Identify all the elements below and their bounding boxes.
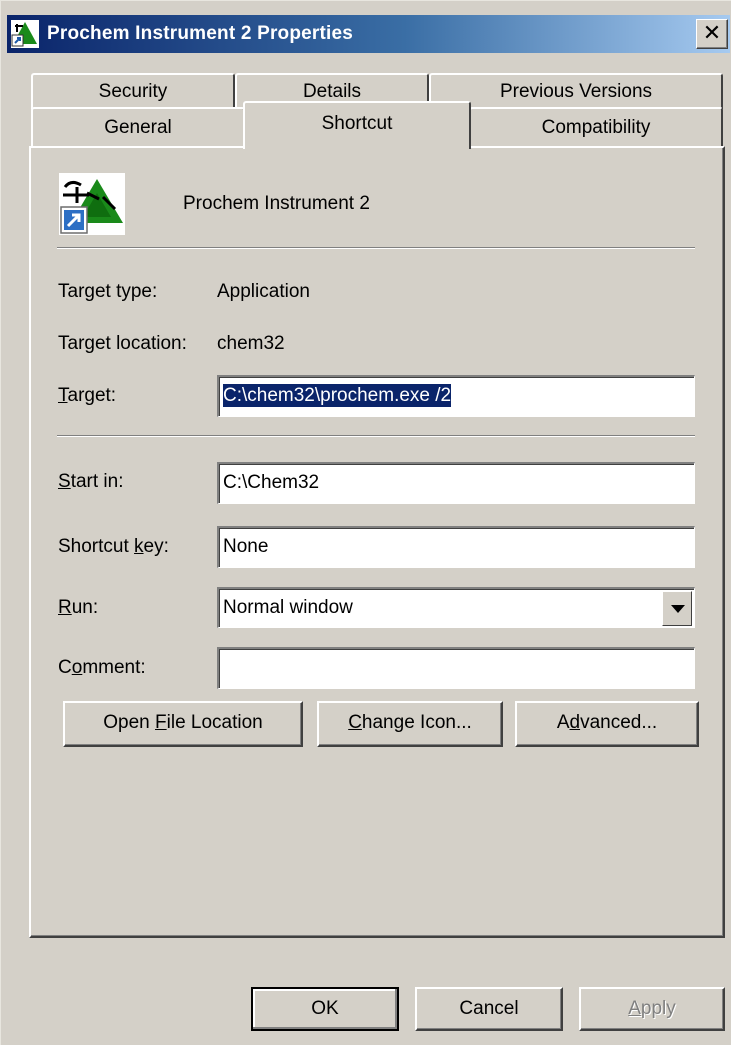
open-file-location-rest: ile Location <box>166 712 263 733</box>
close-button[interactable]: ✕ <box>696 19 728 49</box>
tab-details-label: Details <box>302 81 362 102</box>
target-label-key: T <box>58 385 68 406</box>
run-value: Normal window <box>223 597 353 618</box>
ok-label: OK <box>311 998 339 1019</box>
shortcut-key-value: None <box>223 536 269 557</box>
shortcut-key-label-key: k <box>134 536 144 557</box>
chevron-down-icon[interactable] <box>662 591 692 626</box>
start-in-label-key: S <box>58 471 71 492</box>
change-icon-button[interactable]: Change Icon... <box>317 701 503 747</box>
comment-label-rest: mment: <box>82 657 146 678</box>
apply-button[interactable]: Apply <box>579 987 725 1031</box>
open-file-location-key: F <box>155 712 167 733</box>
separator-middle <box>57 435 695 437</box>
shortcut-key-field[interactable]: None <box>217 526 695 568</box>
open-file-location-pre: Open <box>103 712 156 733</box>
target-label: Target: <box>58 385 116 407</box>
chem-logo-icon <box>59 173 125 235</box>
target-type-value: Application <box>217 281 310 302</box>
comment-field[interactable] <box>217 647 695 689</box>
tab-compatibility[interactable]: Compatibility <box>469 107 723 147</box>
app-shortcut-icon <box>11 20 39 48</box>
tab-shortcut[interactable]: Shortcut <box>243 101 471 149</box>
open-file-location-button[interactable]: Open File Location <box>63 701 303 747</box>
tab-general-label: General <box>104 117 172 138</box>
advanced-pre: A <box>556 712 570 733</box>
cancel-button[interactable]: Cancel <box>415 987 563 1031</box>
separator-top <box>57 247 695 249</box>
target-location-label: Target location: <box>58 333 187 354</box>
change-icon-key: C <box>348 712 362 733</box>
start-in-field[interactable]: C:\Chem32 <box>217 462 695 504</box>
advanced-key: d <box>569 712 581 733</box>
change-icon-rest: hange Icon... <box>361 712 472 733</box>
tab-general[interactable]: General <box>31 107 245 147</box>
tab-shortcut-label: Shortcut <box>321 113 393 134</box>
shortcut-key-label-pre: Shortcut <box>58 536 135 557</box>
shortcut-key-label: Shortcut key: <box>58 536 169 558</box>
properties-dialog: Prochem Instrument 2 Properties ✕ Securi… <box>0 0 731 1045</box>
active-tab-join <box>247 145 467 149</box>
apply-rest: pply <box>640 998 676 1019</box>
window-title: Prochem Instrument 2 Properties <box>47 23 354 44</box>
target-value: C:\chem32\prochem.exe /2 <box>223 384 452 407</box>
start-in-label: Start in: <box>58 471 124 493</box>
target-label-rest: arget: <box>67 385 117 406</box>
tab-security[interactable]: Security <box>31 73 235 109</box>
target-location-value: chem32 <box>217 333 285 354</box>
comment-label: Comment: <box>58 657 146 679</box>
run-select[interactable]: Normal window <box>217 587 695 628</box>
shortcut-arrow-icon <box>60 206 88 234</box>
ok-button[interactable]: OK <box>251 987 399 1031</box>
tab-previous-versions-label: Previous Versions <box>499 81 653 102</box>
run-label: Run: <box>58 597 98 619</box>
advanced-rest: vanced... <box>580 712 658 733</box>
comment-label-pre: C <box>58 657 72 678</box>
shortcut-name: Prochem Instrument 2 <box>183 193 370 214</box>
tab-previous-versions[interactable]: Previous Versions <box>429 73 723 109</box>
target-field[interactable]: C:\chem32\prochem.exe /2 <box>217 375 695 417</box>
close-icon: ✕ <box>702 20 722 45</box>
advanced-button[interactable]: Advanced... <box>515 701 699 747</box>
apply-key: A <box>628 998 641 1019</box>
run-label-rest: un: <box>71 597 99 618</box>
start-in-label-rest: tart in: <box>70 471 124 492</box>
tab-compatibility-label: Compatibility <box>541 117 651 138</box>
start-in-value: C:\Chem32 <box>223 472 320 493</box>
run-label-key: R <box>58 597 72 618</box>
target-type-label: Target type: <box>58 281 158 302</box>
title-bar[interactable]: Prochem Instrument 2 Properties ✕ <box>7 15 730 53</box>
tab-security-label: Security <box>98 81 168 102</box>
comment-label-key: o <box>71 657 83 678</box>
cancel-label: Cancel <box>459 998 519 1019</box>
shortcut-key-label-rest: ey: <box>143 536 169 557</box>
